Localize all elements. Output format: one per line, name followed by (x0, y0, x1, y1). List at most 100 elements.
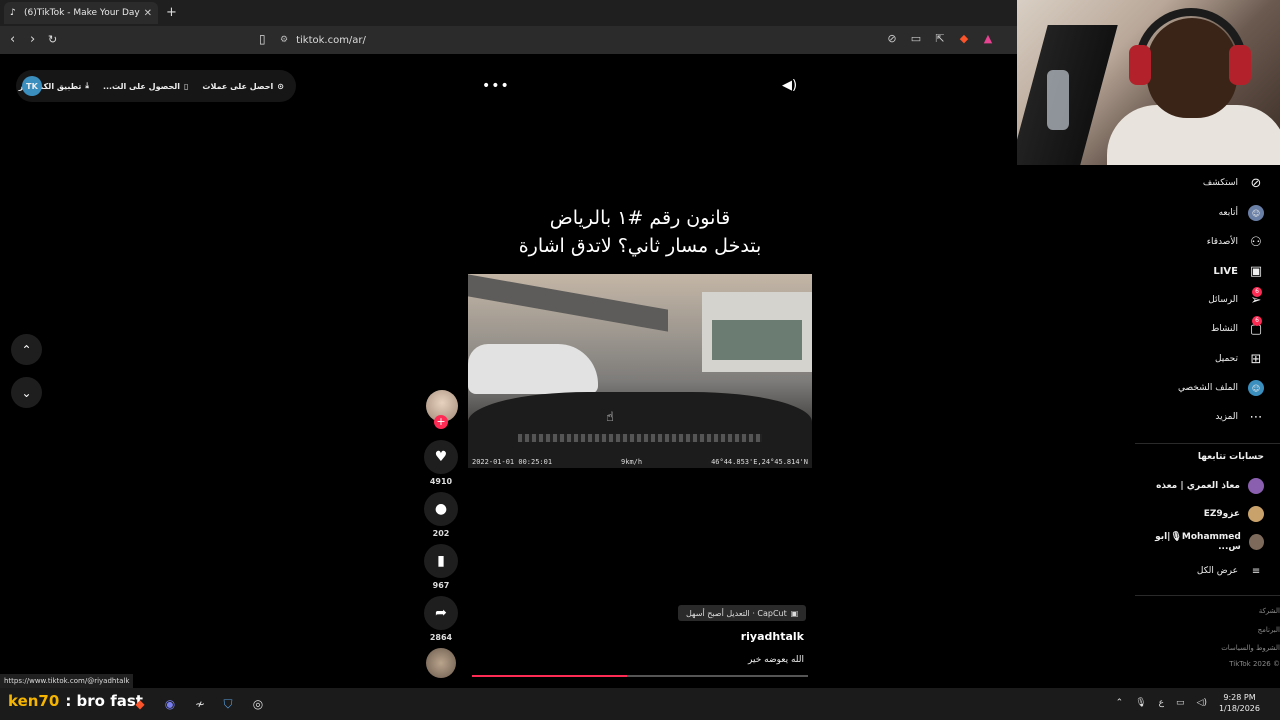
comment-count: 202 (432, 529, 450, 538)
new-tab-button[interactable]: + (166, 5, 177, 20)
brave-shield-icon[interactable]: ◆ (957, 32, 971, 45)
clock[interactable]: 9:28 PM 1/18/2026 (1219, 692, 1260, 714)
video-progress-fill (472, 675, 627, 677)
heart-icon: ♥ (434, 449, 448, 465)
footer-terms-link[interactable]: الشروط والسياسات (1221, 644, 1280, 652)
back-icon[interactable]: ‹ (10, 32, 15, 47)
save-button[interactable]: ▮ (424, 544, 458, 578)
like-button[interactable]: ♥ (424, 440, 458, 474)
tiktok-favicon-icon: ♪ (10, 8, 16, 18)
volume-icon[interactable]: ◁) (1197, 698, 1207, 708)
previous-video-button[interactable]: ⌃ (11, 334, 42, 365)
sidebar-item-friends[interactable]: ⚇ الأصدقاء (1207, 232, 1264, 252)
footer-program-link[interactable]: البرنامج (1258, 626, 1280, 634)
sidebar-live-label: LIVE (1213, 265, 1238, 277)
system-tray: ⌃ 🎙 ع ▭ ◁) 9:28 PM 1/18/2026 (1116, 692, 1260, 714)
sidebar-item-more[interactable]: ⋯ المزيد (1215, 407, 1264, 427)
following-avatar-icon: ☺ (1248, 205, 1264, 221)
following-heading: حسابات تتابعها (1197, 452, 1264, 462)
network-icon[interactable]: ▭ (1176, 698, 1185, 708)
browser-tab[interactable]: ♪ (6)TikTok - Make Your Day ✕ (4, 2, 158, 24)
clock-time: 9:28 PM (1223, 693, 1256, 702)
language-indicator[interactable]: ع (1159, 698, 1164, 708)
get-app-button[interactable]: ▯ الحصول على الت... (103, 82, 188, 91)
capcut-label: CapCut · التعديل أصبح أسهل (686, 608, 787, 618)
mouse-cursor-icon: ☝ (606, 410, 614, 425)
account-avatar (1248, 478, 1264, 494)
cast-icon[interactable]: ▭ (909, 32, 923, 45)
account-avatar (1248, 506, 1264, 522)
reload-icon[interactable]: ↻ (48, 33, 57, 46)
security-taskbar-icon[interactable]: ⛉ (220, 696, 236, 712)
obs-taskbar-icon[interactable]: ◎ (250, 696, 266, 712)
clock-date: 1/18/2026 (1218, 704, 1260, 713)
translate-icon[interactable]: ⊘ (885, 32, 899, 45)
sidebar-activity-label: النشاط (1210, 324, 1238, 334)
share-count: 2864 (429, 633, 453, 642)
browser-toolbar: ‹ › ↻ ▯ ⚙ tiktok.com/ar/ ⊘ ▭ ⇱ ◆ ▲ (0, 26, 1017, 54)
app-taskbar-icon[interactable]: ≁ (192, 696, 208, 712)
url-text: tiktok.com/ar/ (296, 34, 366, 46)
sidebar-messages-label: الرسائل (1208, 295, 1238, 305)
sidebar-item-upload[interactable]: ⊞ تحميل (1215, 349, 1264, 369)
sidebar-item-explore[interactable]: ⊘ استكشف (1203, 173, 1264, 193)
sidebar-explore-label: استكشف (1202, 178, 1238, 188)
get-coins-button[interactable]: ⊙ احصل على عملات (202, 82, 284, 91)
close-tab-icon[interactable]: ✕ (144, 8, 152, 19)
microphone-icon[interactable]: 🎙 (1135, 698, 1146, 708)
sidebar-item-messages[interactable]: ➢ 6 الرسائل (1208, 287, 1264, 310)
activity-badge: 6 (1252, 316, 1262, 326)
sidebar-divider (1135, 595, 1280, 596)
capcut-icon: ▣ (790, 608, 799, 618)
following-account[interactable]: معاذ العمري | معذه (1156, 476, 1264, 496)
following-account[interactable]: Mohammed🎙|ابو س... (1135, 532, 1264, 552)
right-sidebar: ⊘ استكشف ☺ أتابعه ⚇ الأصدقاء ▣ LIVE ➢ 6 ا… (1135, 165, 1280, 685)
music-disc[interactable] (426, 648, 456, 678)
video-player[interactable]: 2022-01-01 00:25:01 9km/h 46°44.853'E,24… (468, 274, 812, 468)
comment-icon: ● (434, 501, 448, 517)
see-all-following[interactable]: ≡ عرض الكل (1197, 561, 1264, 581)
site-info-icon[interactable]: ⚙ (280, 35, 288, 45)
footer-copyright: © TikTok 2026 (1229, 660, 1280, 668)
account-name: عزوEZ9 (1203, 509, 1240, 519)
sidebar-item-profile[interactable]: ☺ الملف الشخصي (1178, 378, 1264, 398)
sidebar-divider (1135, 443, 1280, 444)
download-icon: ⤓ (85, 81, 89, 90)
brave-taskbar-icon[interactable]: ◆ (132, 696, 148, 712)
rewards-icon[interactable]: ▲ (981, 32, 995, 45)
save-count: 967 (432, 581, 450, 590)
sidebar-friends-label: الأصدقاء (1206, 237, 1238, 247)
capcut-badge[interactable]: ▣ CapCut · التعديل أصبح أسهل (678, 605, 807, 621)
discord-taskbar-icon[interactable]: ◉ (162, 696, 178, 712)
chat-username: ken70 (8, 692, 60, 710)
sound-icon[interactable]: ◀) (782, 78, 797, 93)
more-options-icon[interactable]: ••• (482, 78, 510, 94)
sidebar-item-live[interactable]: ▣ LIVE (1213, 261, 1264, 281)
follow-plus-button[interactable]: + (434, 415, 448, 429)
profile-avatar-icon: ☺ (1248, 380, 1264, 396)
sidebar-item-following[interactable]: ☺ أتابعه (1219, 203, 1264, 223)
caption-line-2: بتدخل مسار ثاني؟ لاتدق اشارة (518, 235, 762, 257)
chevron-down-icon: ⌄ (21, 385, 32, 400)
post-username[interactable]: riyadhtalk (700, 630, 804, 643)
sidebar-item-activity[interactable]: ▢ 6 النشاط (1210, 316, 1264, 339)
share-icon[interactable]: ⇱ (933, 32, 947, 45)
sidebar-upload-label: تحميل (1214, 354, 1238, 364)
tray-chevron-up-icon[interactable]: ⌃ (1116, 698, 1124, 708)
bookmark-icon: ▮ (437, 553, 445, 569)
share-button[interactable]: ➦ (424, 596, 458, 630)
next-video-button[interactable]: ⌄ (11, 377, 42, 408)
see-all-label: عرض الكل (1196, 566, 1238, 576)
forward-icon[interactable]: › (30, 32, 35, 47)
account-name: معاذ العمري | معذه (1156, 481, 1240, 491)
friends-icon: ⚇ (1250, 234, 1262, 250)
user-avatar[interactable]: TK (22, 76, 42, 96)
chat-overlay: ken70 : bro fast (8, 692, 143, 710)
following-account[interactable]: عزوEZ9 (1204, 504, 1264, 524)
get-coins-label: احصل على عملات (202, 81, 274, 91)
top-actions-pill: ⊙ احصل على عملات ▯ الحصول على الت... ⤓ ت… (16, 70, 296, 102)
comment-button[interactable]: ● (424, 492, 458, 526)
footer-company-link[interactable]: الشركة (1259, 607, 1280, 615)
video-progress-bar[interactable] (472, 675, 808, 677)
bookmark-icon[interactable]: ▯ (259, 32, 266, 46)
